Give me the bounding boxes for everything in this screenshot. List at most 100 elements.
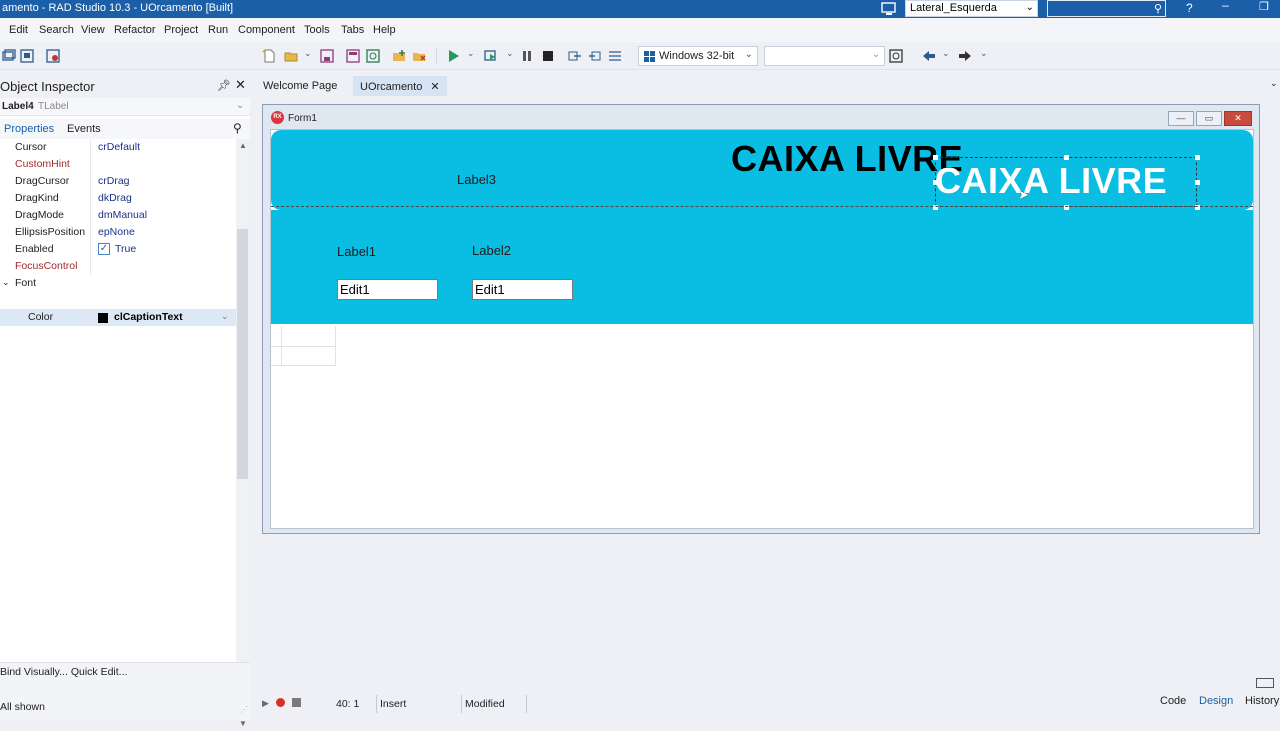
form-close-button[interactable]: ✕ (1224, 111, 1252, 126)
resize-handle[interactable] (1195, 180, 1200, 185)
back-dropdown-icon[interactable]: ⌄ (942, 48, 950, 59)
property-row-customhint[interactable]: CustomHint (0, 156, 236, 173)
title-label-black[interactable]: CAIXA LIVRE (731, 138, 963, 180)
edit2-field[interactable]: Edit1 (472, 279, 573, 300)
property-row-dragkind[interactable]: DragKind dkDrag (0, 190, 236, 207)
macro-stop-icon[interactable] (292, 698, 301, 707)
menu-view[interactable]: View (81, 24, 105, 36)
close-icon[interactable]: ✕ (235, 77, 246, 93)
configuration-select[interactable]: ⌄ (764, 46, 885, 66)
step-over-icon[interactable] (568, 49, 582, 63)
new-item-icon[interactable] (262, 49, 276, 63)
tab-code[interactable]: Code (1160, 695, 1186, 707)
property-row-enabled[interactable]: Enabled ✓ True (0, 241, 236, 258)
menu-tabs[interactable]: Tabs (341, 24, 364, 36)
help-button[interactable]: ? (1186, 1, 1193, 15)
property-value[interactable]: dmManual (98, 209, 147, 221)
property-value[interactable]: epNone (98, 226, 135, 238)
forward-dropdown-icon[interactable]: ⌄ (980, 48, 988, 59)
chevron-down-icon[interactable]: ⌄ (2, 277, 10, 288)
maximize-button[interactable]: ❐ (1259, 0, 1269, 13)
property-value[interactable]: dkDrag (98, 192, 132, 204)
bind-visually-link[interactable]: Bind Visually... Quick Edit... (0, 666, 127, 678)
macro-record-icon[interactable] (276, 698, 285, 707)
property-value[interactable]: clCaptionText (114, 311, 183, 323)
pause-icon[interactable] (520, 49, 534, 63)
menu-component[interactable]: Component (238, 24, 295, 36)
property-row-cursor[interactable]: Cursor crDefault (0, 139, 236, 156)
add-to-project-icon[interactable] (392, 49, 406, 63)
scrollbar-thumb[interactable] (237, 229, 248, 479)
macro-play-icon[interactable]: ▶ (262, 698, 269, 709)
property-grid-scrollbar[interactable]: ▲ ▼ (236, 139, 250, 731)
save-icon[interactable] (320, 49, 334, 63)
property-row-focuscontrol[interactable]: FocusControl (0, 258, 236, 275)
search-icon[interactable]: ⚲ (233, 121, 242, 135)
tab-events[interactable]: Events (67, 123, 101, 135)
menu-edit[interactable]: Edit (9, 24, 28, 36)
minimize-button[interactable]: – (1222, 0, 1229, 12)
resize-handle[interactable] (1064, 155, 1069, 160)
run-without-debugging-icon[interactable] (484, 49, 498, 63)
chevron-down-icon[interactable]: ⌄ (221, 311, 229, 322)
property-row-ellipsisposition[interactable]: EllipsisPosition epNone (0, 224, 236, 241)
desktop-layout-icon[interactable] (881, 2, 897, 16)
cascade-windows-icon[interactable] (1256, 678, 1274, 688)
menu-run[interactable]: Run (208, 24, 228, 36)
save-all-icon[interactable] (346, 49, 360, 63)
resize-handle[interactable] (933, 180, 938, 185)
form-maximize-button[interactable]: ▭ (1196, 111, 1222, 126)
remove-from-project-icon[interactable] (412, 49, 426, 63)
empty-grid[interactable] (271, 326, 336, 366)
resize-handle[interactable] (1195, 155, 1200, 160)
label3[interactable]: Label3 (457, 172, 496, 187)
chevron-down-icon[interactable]: ⌄ (1270, 78, 1278, 89)
pin-icon[interactable]: 📌︎ (217, 79, 231, 92)
menu-project[interactable]: Project (164, 24, 198, 36)
run-options-dropdown-icon[interactable]: ⌄ (506, 48, 514, 59)
target-platform-select[interactable]: Windows 32-bit ⌄ (638, 46, 758, 66)
menu-help[interactable]: Help (373, 24, 396, 36)
save-desktop-icon[interactable] (20, 49, 34, 63)
resize-grip-icon[interactable]: ⋰ (240, 705, 248, 714)
property-row-color[interactable]: Color clCaptionText ⌄ (0, 309, 236, 326)
header-panel[interactable]: Label3 CAIXA LIVRE CAIXA LIVRE ➤ (271, 130, 1253, 210)
back-arrow-icon[interactable] (922, 49, 936, 63)
menu-refactor[interactable]: Refactor (114, 24, 156, 36)
scroll-down-icon[interactable]: ▼ (239, 719, 247, 728)
run-to-cursor-icon[interactable] (608, 49, 622, 63)
scroll-up-icon[interactable]: ▲ (239, 141, 247, 150)
property-value[interactable]: crDefault (98, 141, 140, 153)
close-icon[interactable]: ✕ (430, 81, 439, 93)
object-selector[interactable]: Label4 TLabel ⌄ (0, 98, 250, 116)
menu-search[interactable]: Search (39, 24, 74, 36)
form-client-area[interactable]: Label3 CAIXA LIVRE CAIXA LIVRE ➤ Label1 … (270, 129, 1254, 529)
run-icon[interactable] (446, 49, 460, 63)
ide-search-input[interactable]: ⚲ (1047, 0, 1166, 17)
tab-design[interactable]: Design (1199, 695, 1233, 707)
form-minimize-button[interactable]: — (1168, 111, 1194, 126)
open-dropdown-icon[interactable]: ⌄ (304, 48, 312, 59)
open-icon[interactable] (284, 49, 298, 63)
run-dropdown-icon[interactable]: ⌄ (467, 48, 475, 59)
edit1-field[interactable]: Edit1 (337, 279, 438, 300)
property-value[interactable]: crDrag (98, 175, 130, 187)
forward-arrow-icon[interactable] (958, 49, 972, 63)
tab-history[interactable]: History (1245, 695, 1279, 707)
tab-uorcamento[interactable]: UOrcamento ✕ (353, 76, 447, 96)
set-debug-desktop-icon[interactable] (46, 49, 60, 63)
trace-into-icon[interactable] (588, 49, 602, 63)
tab-welcome-page[interactable]: Welcome Page (256, 76, 344, 96)
tab-properties[interactable]: Properties (4, 123, 54, 135)
property-row-dragmode[interactable]: DragMode dmManual (0, 207, 236, 224)
enabled-checkbox[interactable]: ✓ (98, 243, 110, 255)
device-refresh-icon[interactable] (889, 49, 903, 63)
label2[interactable]: Label2 (472, 243, 511, 258)
open-project-icon[interactable] (366, 49, 380, 63)
desktop-icon[interactable] (2, 49, 16, 63)
desktop-layout-combo[interactable]: Lateral_Esquerda ⌄ (905, 0, 1038, 17)
label1[interactable]: Label1 (337, 244, 376, 259)
property-row-font[interactable]: ⌄ Font (0, 275, 236, 292)
resize-handle[interactable] (933, 155, 938, 160)
menu-tools[interactable]: Tools (304, 24, 330, 36)
